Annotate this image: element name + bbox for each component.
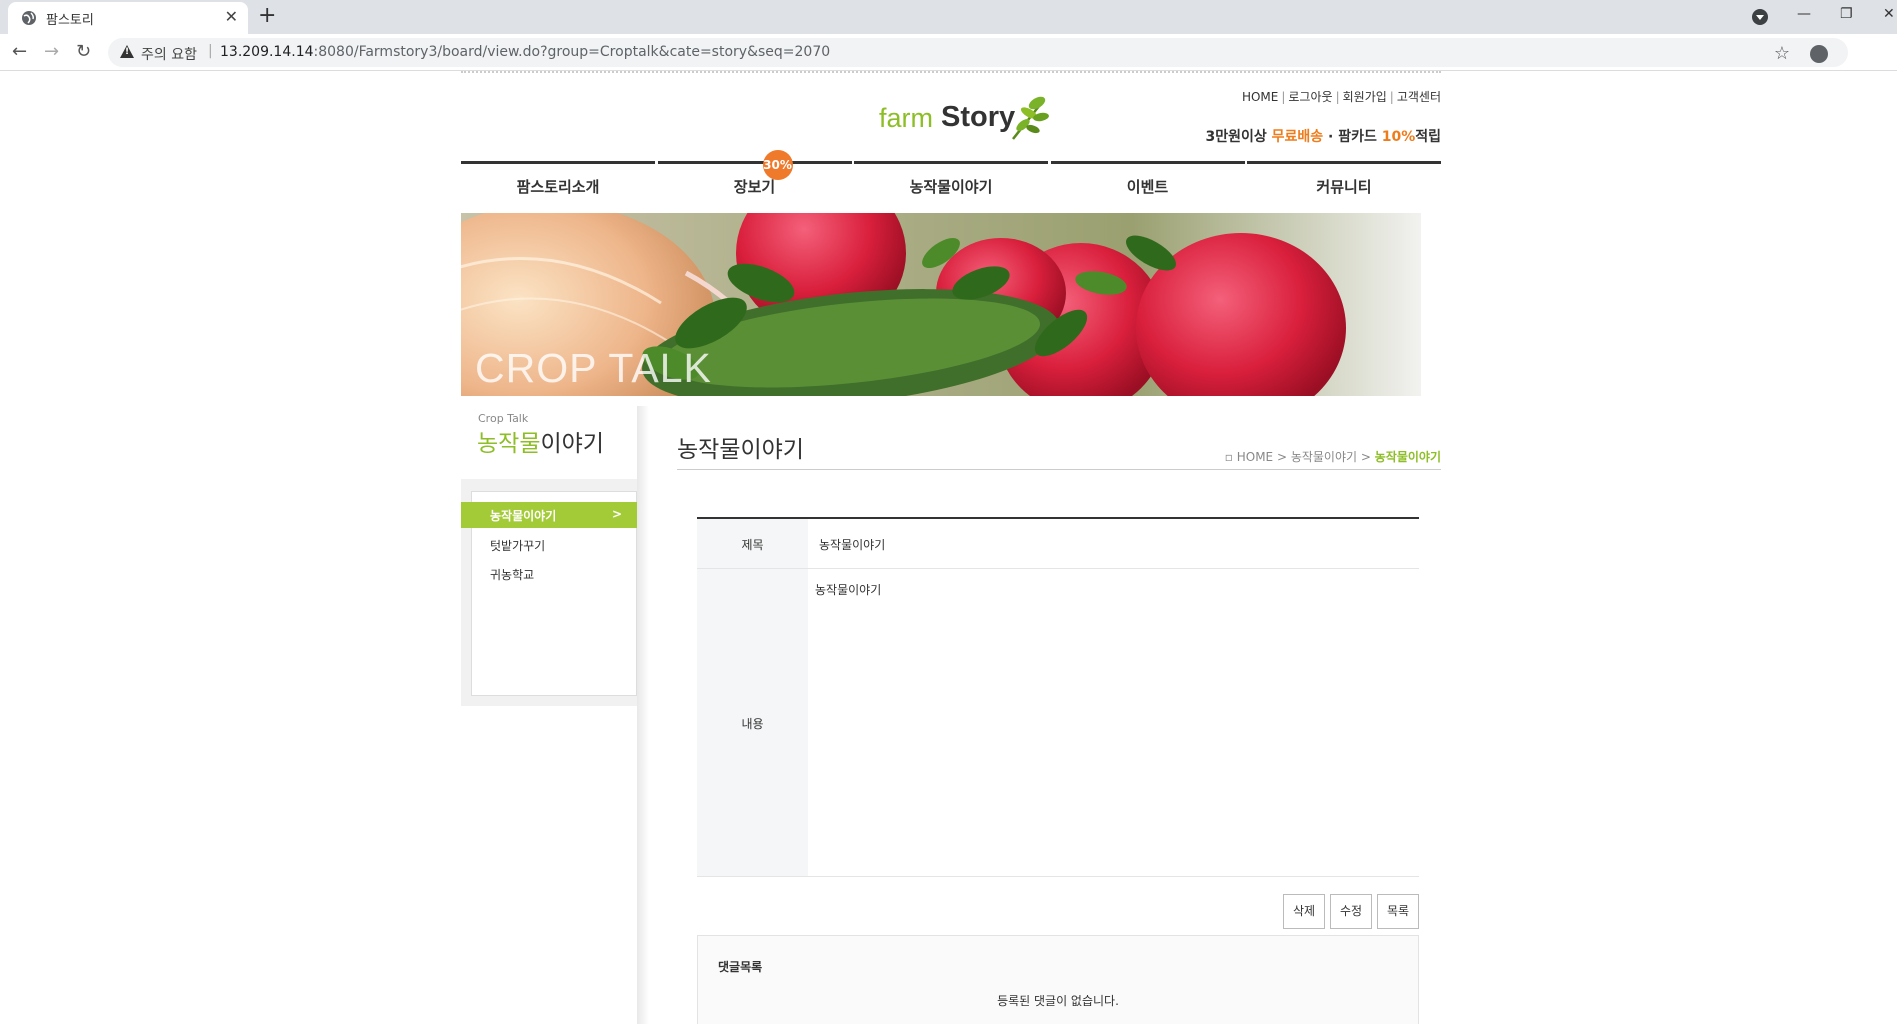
sidebar-item-croptalk[interactable]: 농작물이야기 > xyxy=(461,502,637,528)
promo-suffix: 적립 xyxy=(1415,129,1441,145)
bookmark-star-icon[interactable]: ☆ xyxy=(1774,43,1790,64)
nav-item-label: 팜스토리소개 xyxy=(516,178,600,196)
nav-item-intro[interactable]: 팜스토리소개 xyxy=(461,161,655,205)
delete-button[interactable]: 삭제 xyxy=(1283,894,1325,929)
browser-tab-bar: 팜스토리 ✕ + — ❐ ✕ xyxy=(0,0,1897,34)
banner-image: CROP TALK xyxy=(461,213,1421,396)
tab-title: 팜스토리 xyxy=(46,13,94,28)
post-title-value: 농작물이야기 xyxy=(819,538,886,552)
sidebar-shadow xyxy=(637,406,649,1024)
util-link-support[interactable]: 고객센터 xyxy=(1397,90,1441,104)
restore-icon[interactable]: ❐ xyxy=(1840,6,1853,22)
comment-empty-message: 등록된 댓글이 없습니다. xyxy=(997,994,1119,1008)
promo-percent: 10% xyxy=(1381,129,1416,145)
post-body-value: 농작물이야기 xyxy=(815,583,882,597)
address-bar: ← → ↻ 주의 요함 | 13.209.14.14:8080/Farmstor… xyxy=(0,34,1897,71)
promo-prefix: 3만원이상 xyxy=(1205,129,1272,145)
sidebar-title-rest: 이야기 xyxy=(540,431,604,457)
promo-mid: · 팜카드 xyxy=(1323,129,1382,145)
breadcrumb-mid[interactable]: 농작물이야기 xyxy=(1291,450,1357,464)
chevron-right-icon: > xyxy=(611,507,622,521)
comment-section: 댓글목록 등록된 댓글이 없습니다. xyxy=(697,935,1419,1024)
nav-item-label: 장보기 xyxy=(733,178,776,196)
nav-item-event[interactable]: 이벤트 xyxy=(1050,161,1245,205)
globe-icon xyxy=(22,11,36,25)
post-title-row: 제목 농작물이야기 xyxy=(697,519,1419,569)
main-nav: 팜스토리소개 30% 장보기 농작물이야기 이벤트 커뮤니티 xyxy=(461,150,1441,205)
promo-text: 3만원이상 무료배송 · 팜카드 10%적립 xyxy=(1205,126,1441,146)
util-link-home[interactable]: HOME xyxy=(1242,90,1278,104)
reload-icon[interactable]: ↻ xyxy=(76,41,91,62)
logo-text-story: Story xyxy=(941,101,1016,133)
close-window-icon[interactable]: ✕ xyxy=(1883,6,1895,22)
nav-item-croptalk[interactable]: 농작물이야기 xyxy=(854,161,1048,205)
edit-button[interactable]: 수정 xyxy=(1330,894,1372,929)
util-link-register[interactable]: 회원가입 xyxy=(1343,90,1387,104)
post-body-header: 내용 xyxy=(697,569,808,876)
sidebar-title: 농작물이야기 xyxy=(477,424,604,458)
breadcrumb-current: 농작물이야기 xyxy=(1374,450,1441,464)
top-divider xyxy=(461,71,1441,74)
nav-item-label: 농작물이야기 xyxy=(909,178,993,196)
discount-badge: 30% xyxy=(762,150,793,180)
minimize-icon[interactable]: — xyxy=(1797,6,1811,22)
sidebar-title-green: 농작물 xyxy=(477,431,541,457)
post-body-label: 내용 xyxy=(741,717,764,731)
security-warning-label[interactable]: 주의 요함 xyxy=(141,44,197,64)
nav-item-label: 커뮤니티 xyxy=(1316,178,1372,196)
close-icon[interactable]: ✕ xyxy=(225,7,238,26)
page: HOME | 로그아웃 | 회원가입 | 고객센터 farm Story 3만원이상 무료배… xyxy=(461,71,1441,1024)
sidebar-item-school[interactable]: 귀농학교 xyxy=(490,566,534,583)
new-tab-icon[interactable]: + xyxy=(258,3,276,28)
util-links: HOME | 로그아웃 | 회원가입 | 고객센터 xyxy=(1241,90,1441,104)
post-body-row: 내용 농작물이야기 xyxy=(697,569,1419,877)
tab-search-icon[interactable] xyxy=(1752,9,1768,25)
leaf-icon xyxy=(1012,96,1049,140)
url-path: :8080/Farmstory3/board/view.do?group=Cro… xyxy=(313,44,831,60)
url-separator: | xyxy=(208,43,213,59)
page-title: 농작물이야기 xyxy=(677,437,804,463)
breadcrumb-home[interactable]: HOME xyxy=(1237,450,1273,464)
profile-avatar-icon[interactable] xyxy=(1810,45,1828,63)
nav-item-shop[interactable]: 30% 장보기 xyxy=(657,150,852,205)
comment-list-title: 댓글목록 xyxy=(718,960,763,974)
promo-free-shipping: 무료배송 xyxy=(1271,129,1324,145)
warning-icon[interactable] xyxy=(120,45,134,58)
browser-tab[interactable]: 팜스토리 ✕ xyxy=(8,2,248,34)
url-input[interactable]: 주의 요함 | 13.209.14.14:8080/Farmstory3/boa… xyxy=(108,38,1848,67)
breadcrumb-bullet: ▫ xyxy=(1224,450,1237,464)
back-icon[interactable]: ← xyxy=(12,41,27,62)
util-link-logout[interactable]: 로그아웃 xyxy=(1288,90,1332,104)
post-view-table: 제목 농작물이야기 내용 농작물이야기 xyxy=(697,517,1419,877)
nav-item-label: 이벤트 xyxy=(1126,178,1169,196)
url-host: 13.209.14.14 xyxy=(220,44,314,60)
breadcrumb-sep: > xyxy=(1273,450,1291,464)
site-logo[interactable]: farm Story xyxy=(879,93,1049,153)
logo-text-farm: farm xyxy=(879,103,933,133)
breadcrumb: ▫ HOME > 농작물이야기 > 농작물이야기 xyxy=(1225,448,1441,465)
nav-item-community[interactable]: 커뮤니티 xyxy=(1247,161,1441,205)
post-title-label: 제목 xyxy=(741,538,764,552)
forward-icon[interactable]: → xyxy=(44,41,59,62)
post-title-header: 제목 xyxy=(697,519,808,568)
title-divider xyxy=(677,469,1441,470)
sidebar-item-label: 농작물이야기 xyxy=(490,509,557,523)
sidebar-item-garden[interactable]: 텃밭가꾸기 xyxy=(490,537,545,554)
post-actions: 삭제 수정 목록 xyxy=(1283,894,1419,929)
url-text: 13.209.14.14:8080/Farmstory3/board/view.… xyxy=(220,44,830,60)
list-button[interactable]: 목록 xyxy=(1377,894,1419,929)
banner-title: CROP TALK xyxy=(475,345,712,391)
breadcrumb-sep: > xyxy=(1357,450,1375,464)
